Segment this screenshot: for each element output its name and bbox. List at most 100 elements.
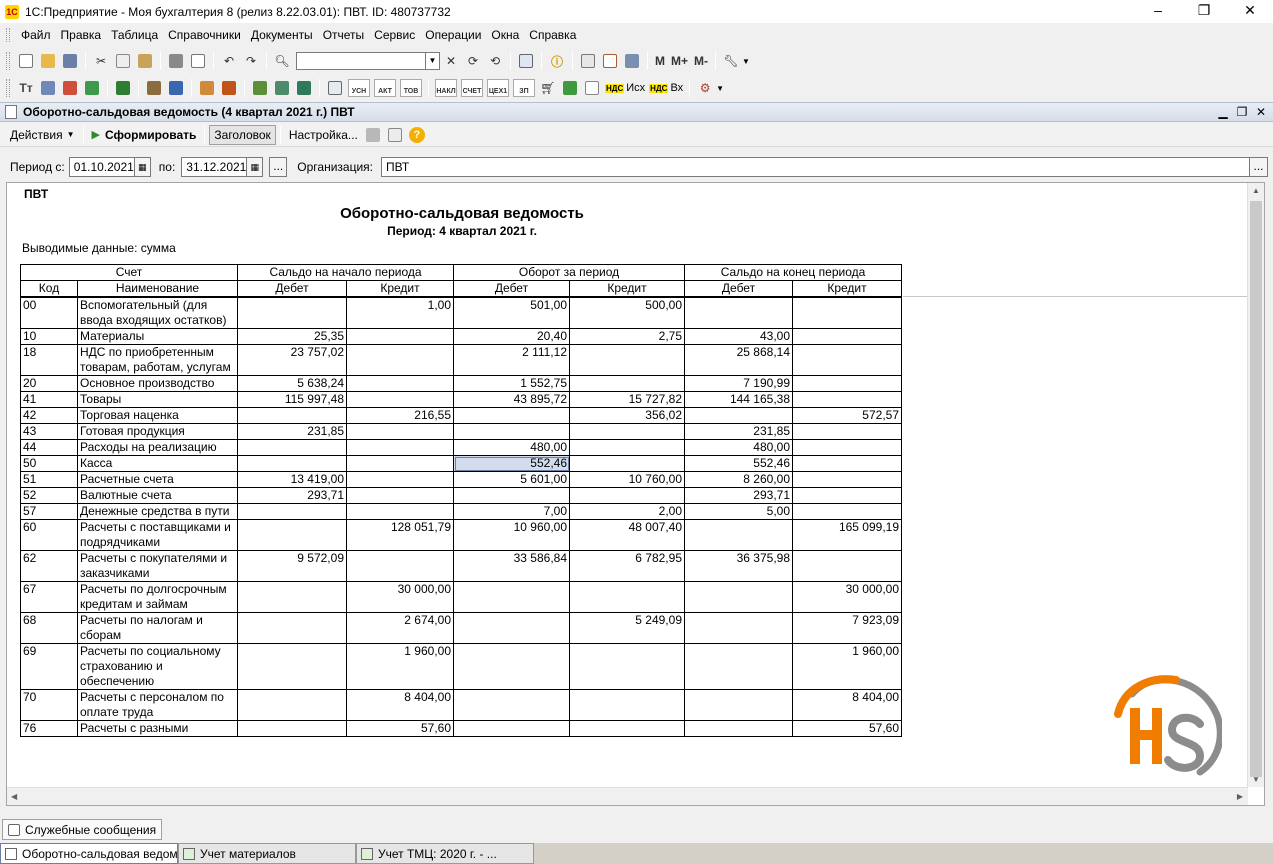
maximize-button[interactable]: ❐ (1181, 0, 1227, 23)
turnover-debit-cell[interactable] (453, 689, 570, 721)
turnover-credit-cell[interactable] (569, 344, 685, 376)
opening-credit-cell[interactable]: 1 960,00 (346, 643, 454, 690)
closing-credit-cell[interactable]: 57,60 (792, 720, 902, 737)
book-button[interactable] (113, 78, 133, 98)
closing-debit-cell[interactable] (684, 720, 793, 737)
turnover-credit-cell[interactable] (569, 439, 685, 456)
account-name-cell[interactable]: Вспомогательный (для ввода входящих оста… (77, 296, 238, 329)
journal-button[interactable] (82, 78, 102, 98)
print-button[interactable] (166, 51, 186, 71)
account-code-cell[interactable]: 76 (20, 720, 78, 737)
opening-debit-cell[interactable]: 115 997,48 (237, 391, 347, 408)
closing-credit-cell[interactable]: 7 923,09 (792, 612, 902, 644)
turnover-debit-cell[interactable] (453, 720, 570, 737)
turnover-debit-cell[interactable]: 5 601,00 (453, 471, 570, 488)
opening-debit-cell[interactable]: 5 638,24 (237, 375, 347, 392)
account-name-cell[interactable]: Валютные счета (77, 487, 238, 504)
closing-debit-cell[interactable]: 5,00 (684, 503, 793, 520)
task-materials[interactable]: Учет материалов (178, 843, 356, 864)
period-to-field[interactable]: 31.12.2021 (181, 157, 248, 177)
goods-button[interactable] (219, 78, 239, 98)
account-code-cell[interactable]: 41 (20, 391, 78, 408)
menu-reports[interactable]: Отчеты (318, 26, 369, 44)
search-clear-button[interactable]: ✕ (441, 51, 461, 71)
paste-button[interactable] (135, 51, 155, 71)
account-code-cell[interactable]: 44 (20, 439, 78, 456)
vertical-scroll-thumb[interactable] (1250, 201, 1262, 777)
closing-credit-cell[interactable]: 1 960,00 (792, 643, 902, 690)
turnover-debit-cell[interactable] (453, 487, 570, 504)
account-name-cell[interactable]: Касса (77, 455, 238, 472)
turnover-credit-cell[interactable]: 48 007,40 (569, 519, 685, 551)
employees-button[interactable] (166, 78, 186, 98)
invoice-button[interactable]: НАКЛ (435, 79, 457, 97)
search-input[interactable] (296, 52, 426, 70)
turnover-credit-cell[interactable] (569, 720, 685, 737)
turnover-debit-cell[interactable]: 480,00 (453, 439, 570, 456)
closing-credit-cell[interactable] (792, 375, 902, 392)
account-code-cell[interactable]: 18 (20, 344, 78, 376)
turnover-credit-cell[interactable] (569, 487, 685, 504)
organization-field[interactable]: ПВТ (381, 157, 1250, 177)
opening-debit-cell[interactable] (237, 296, 347, 329)
calendar-button[interactable] (600, 51, 620, 71)
generate-report-button[interactable]: ▶ Сформировать (88, 125, 201, 145)
menu-documents[interactable]: Документы (246, 26, 318, 44)
account-code-cell[interactable]: 60 (20, 519, 78, 551)
save-button[interactable] (60, 51, 80, 71)
users-button[interactable] (622, 51, 642, 71)
turnover-credit-cell[interactable]: 10 760,00 (569, 471, 685, 488)
opening-credit-cell[interactable] (346, 455, 454, 472)
turnover-credit-cell[interactable]: 5 249,09 (569, 612, 685, 644)
toolbar-more-icon[interactable]: ▼ (742, 57, 750, 66)
cut-button[interactable]: ✂ (91, 51, 111, 71)
account-name-cell[interactable]: Расчеты с разными (77, 720, 238, 737)
windows-button[interactable] (516, 51, 536, 71)
account-name-cell[interactable]: Расчеты с покупателями и заказчиками (77, 550, 238, 582)
closing-debit-cell[interactable]: 7 190,99 (684, 375, 793, 392)
opening-debit-cell[interactable] (237, 439, 347, 456)
task-tmc[interactable]: Учет ТМЦ: 2020 г. - ... (356, 843, 534, 864)
account-code-cell[interactable]: 68 (20, 612, 78, 644)
closing-debit-cell[interactable] (684, 612, 793, 644)
minimize-button[interactable]: – (1135, 0, 1181, 23)
turnover-debit-cell[interactable]: 33 586,84 (453, 550, 570, 582)
period-from-field[interactable]: 01.10.2021 (68, 157, 135, 177)
find-prev-button[interactable]: ⟲ (485, 51, 505, 71)
opening-credit-cell[interactable]: 1,00 (346, 296, 454, 329)
act-button[interactable]: АКТ (374, 79, 396, 97)
account-name-cell[interactable]: Материалы (77, 328, 238, 345)
period-to-calendar-button[interactable]: ▦ (247, 157, 264, 177)
turnover-debit-cell[interactable]: 43 895,72 (453, 391, 570, 408)
calendar31-button[interactable] (582, 78, 602, 98)
vat-out-button[interactable]: НДС Исх (603, 80, 647, 96)
opening-credit-cell[interactable] (346, 328, 454, 345)
menu-operations[interactable]: Операции (420, 26, 486, 44)
opening-credit-cell[interactable] (346, 550, 454, 582)
opening-credit-cell[interactable]: 128 051,79 (346, 519, 454, 551)
turnover-debit-cell[interactable] (453, 423, 570, 440)
turnover-credit-cell[interactable] (569, 581, 685, 613)
report-spreadsheet[interactable]: ПВТ Оборотно-сальдовая ведомость Период:… (6, 182, 1265, 806)
menu-help[interactable]: Справка (524, 26, 581, 44)
turnover-credit-cell[interactable]: 2,75 (569, 328, 685, 345)
vat-in-button[interactable]: НДС Вх (647, 80, 685, 96)
closing-credit-cell[interactable] (792, 455, 902, 472)
turnover-debit-cell[interactable]: 2 111,12 (453, 344, 570, 376)
workshop-button[interactable]: ЦЕХ1 (487, 79, 509, 97)
redo-button[interactable]: ↷ (241, 51, 261, 71)
opening-debit-cell[interactable] (237, 581, 347, 613)
actions-menu-button[interactable]: Действия ▼ (6, 125, 79, 145)
task-osv-report[interactable]: Оборотно-сальдовая ведом... (0, 843, 178, 864)
scroll-down-icon[interactable]: ▼ (1252, 775, 1260, 784)
toolbar-grip[interactable] (6, 52, 10, 70)
turnover-debit-cell[interactable] (453, 643, 570, 690)
opening-credit-cell[interactable] (346, 503, 454, 520)
closing-credit-cell[interactable]: 30 000,00 (792, 581, 902, 613)
turnover-credit-cell[interactable]: 356,02 (569, 407, 685, 424)
turnover-debit-cell[interactable]: 7,00 (453, 503, 570, 520)
doc-minimize-button[interactable]: ▁ (1214, 104, 1232, 120)
account-name-cell[interactable]: Денежные средства в пути (77, 503, 238, 520)
entry-button[interactable] (60, 78, 80, 98)
account-code-cell[interactable]: 00 (20, 296, 78, 329)
